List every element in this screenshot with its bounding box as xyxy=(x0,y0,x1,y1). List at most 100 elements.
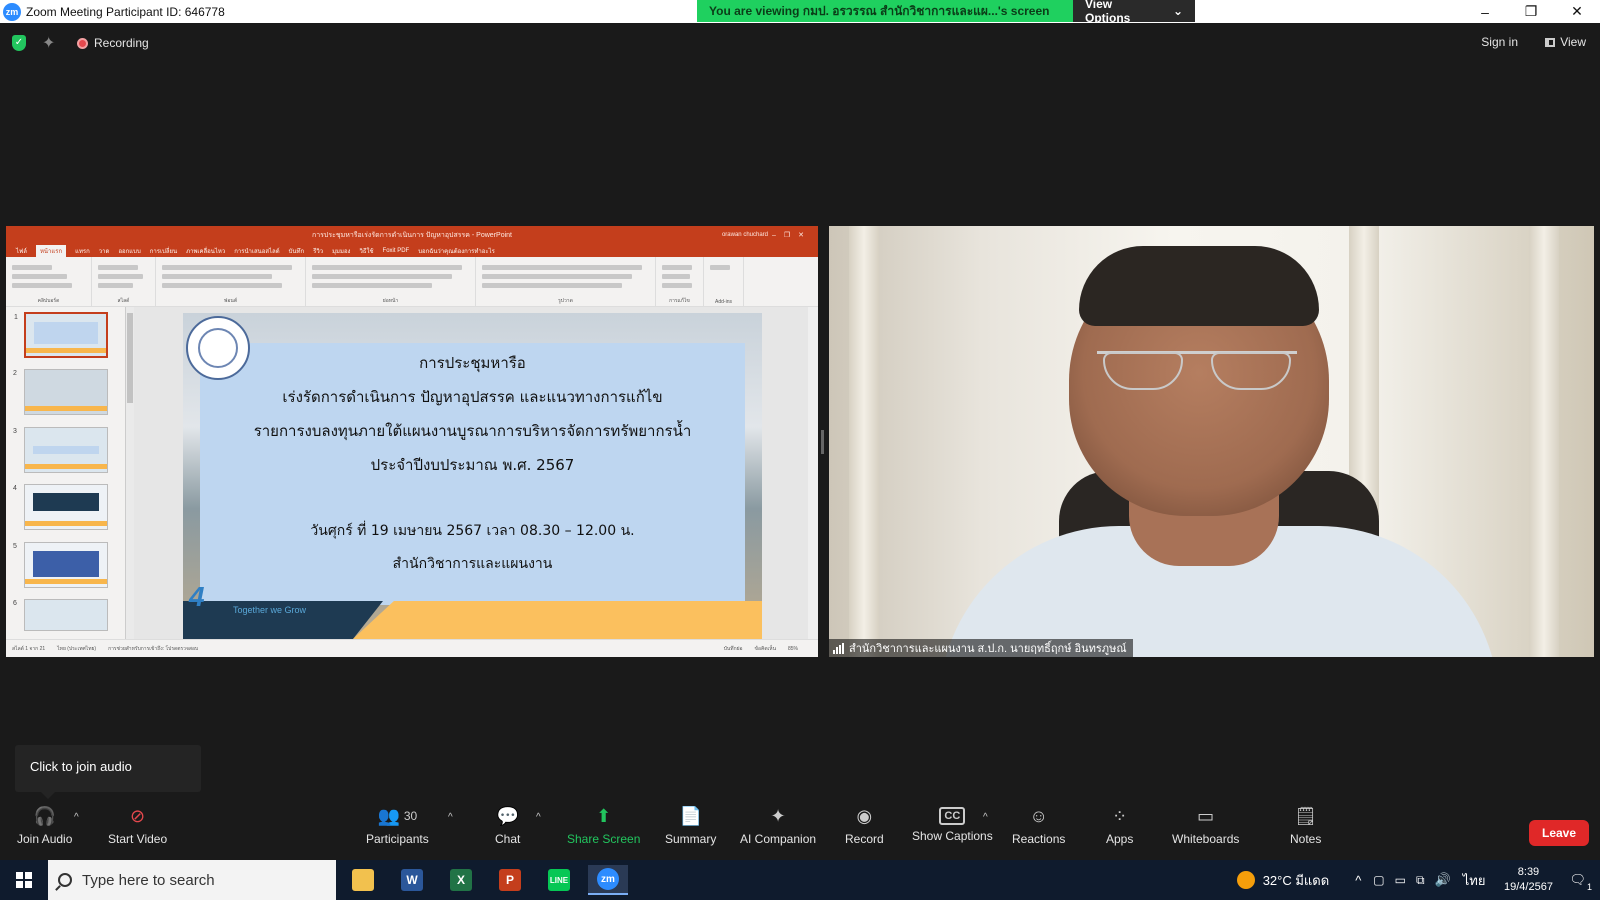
ribbon-caption: ฟอนต์ xyxy=(223,298,238,304)
tab-help: วิธีใช้ xyxy=(359,248,374,255)
network-icon[interactable]: ▭ xyxy=(1395,873,1406,887)
viewing-text: You are viewing กมป. อรวรรณ สำนักวิชาการ… xyxy=(697,0,1073,22)
taskbar-word[interactable]: W xyxy=(392,865,432,895)
excel-icon: X xyxy=(450,869,472,891)
captions-cc-icon: CC xyxy=(939,807,966,825)
headphones-icon: 🎧 xyxy=(33,805,56,826)
reactions-emoji-icon: ☺ xyxy=(1029,805,1048,826)
reactions-button[interactable]: ☺ Reactions xyxy=(1012,804,1065,847)
ai-companion-button[interactable]: ✦ AI Companion xyxy=(740,804,816,847)
show-captions-button[interactable]: CC Show Captions xyxy=(912,804,993,843)
taskbar-search[interactable]: Type here to search xyxy=(48,860,336,900)
participants-label: Participants xyxy=(366,832,429,846)
notes-label: Notes xyxy=(1290,832,1322,846)
participant-name-tag: สำนักวิชาการและแผนงาน ส.ป.ก. นายฤทธิ์ฤกษ… xyxy=(829,639,1133,657)
ribbon-caption: ย่อหน้า xyxy=(382,298,399,304)
sign-in-button[interactable]: Sign in xyxy=(1481,35,1518,49)
powerpoint-workspace: 1 2 3 4 5 6 การประชุมหารือ เร่งรัดการดำเ… xyxy=(6,307,818,639)
taskbar-file-explorer[interactable] xyxy=(343,865,383,895)
tab-review: รีวิว xyxy=(313,248,324,255)
chevron-down-icon: ⌄ xyxy=(1172,4,1183,18)
search-placeholder: Type here to search xyxy=(82,871,215,889)
split-resize-handle[interactable] xyxy=(821,430,824,454)
participants-options-caret[interactable]: ^ xyxy=(448,812,453,823)
powerpoint-statusbar: สไลด์ 1 จาก 21 ไทย (ประเทศไทย) การช่วยสำ… xyxy=(6,639,818,657)
captions-options-caret[interactable]: ^ xyxy=(983,812,988,823)
ribbon-group-font: ฟอนต์ xyxy=(156,257,306,306)
close-button[interactable]: ✕ xyxy=(1554,0,1600,23)
apps-button[interactable]: ⁘ Apps xyxy=(1106,804,1133,847)
status-accessibility: การช่วยสำหรับการเข้าถึง: โปรดตรวจสอบ xyxy=(108,645,199,652)
join-audio-tooltip: Click to join audio xyxy=(15,745,201,799)
display-icon[interactable]: ⧉ xyxy=(1416,873,1425,888)
record-label: Record xyxy=(845,832,884,846)
ribbon-group-addins: Add-ins xyxy=(704,257,744,306)
slide-thumbnails: 1 2 3 4 5 6 xyxy=(6,307,126,639)
slide-thumbnail: 4 xyxy=(13,484,108,530)
view-options-button[interactable]: View Options ⌄ xyxy=(1073,0,1195,25)
tab-draw: วาด xyxy=(98,248,110,255)
apps-icon: ⁘ xyxy=(1112,805,1128,826)
chat-label: Chat xyxy=(495,832,521,846)
tab-design: ออกแบบ xyxy=(118,248,141,255)
start-button[interactable] xyxy=(0,860,47,900)
shield-check-icon[interactable]: ✓ xyxy=(12,35,26,51)
sparkle-icon[interactable]: ✦ xyxy=(42,33,55,53)
tab-transitions: การเปลี่ยน xyxy=(149,248,178,255)
view-button[interactable]: View xyxy=(1545,35,1586,49)
powerpoint-title: การประชุมหารือเร่งรัดการดำเนินการ ปัญหาอ… xyxy=(312,231,512,239)
record-button[interactable]: ◉ Record xyxy=(845,804,884,847)
status-notes: บันทึกย่อ xyxy=(723,645,743,652)
whiteboards-button[interactable]: ▭ Whiteboards xyxy=(1172,804,1240,847)
chat-button[interactable]: 💬 Chat xyxy=(495,804,521,847)
chat-options-caret[interactable]: ^ xyxy=(536,812,541,823)
window-controls: – ❐ ✕ xyxy=(1462,0,1600,23)
weather-text[interactable]: 32°C มีแดด xyxy=(1263,870,1330,891)
ribbon-group-paragraph: ย่อหน้า xyxy=(306,257,476,306)
recording-indicator[interactable]: Recording xyxy=(77,36,149,50)
share-screen-label: Share Screen xyxy=(567,832,641,846)
ribbon-group-editing: การแก้ไข xyxy=(656,257,704,306)
tab-home: หน้าแรก xyxy=(35,244,67,257)
search-icon xyxy=(58,873,72,887)
windows-taskbar: Type here to search W X P LINE zm 32°C ม… xyxy=(0,860,1600,900)
slide-line: รายการงบลงทุนภายใต้แผนงานบูรณาการบริหารจ… xyxy=(253,422,692,440)
minimize-button[interactable]: – xyxy=(1462,0,1508,23)
whiteboards-label: Whiteboards xyxy=(1172,832,1240,846)
language-indicator[interactable]: ไทย xyxy=(1463,870,1486,891)
taskbar-clock[interactable]: 8:39 19/4/2567 xyxy=(1493,865,1563,895)
show-hidden-icons-icon[interactable]: ^ xyxy=(1355,873,1361,888)
taskbar-excel[interactable]: X xyxy=(441,865,481,895)
tab-record: บันทึก xyxy=(288,248,305,255)
start-video-button[interactable]: ⊘ Start Video xyxy=(108,804,167,847)
taskbar-powerpoint[interactable]: P xyxy=(490,865,530,895)
slide-office: สำนักวิชาการและแผนงาน xyxy=(392,556,553,572)
line-icon: LINE xyxy=(548,869,570,891)
leave-button[interactable]: Leave xyxy=(1529,820,1589,846)
participants-button[interactable]: 👥 30 Participants xyxy=(366,804,429,847)
taskbar-zoom[interactable]: zm xyxy=(588,865,628,895)
participant-video[interactable]: สำนักวิชาการและแผนงาน ส.ป.ก. นายฤทธิ์ฤกษ… xyxy=(829,226,1594,657)
restore-button[interactable]: ❐ xyxy=(1508,0,1554,23)
volume-icon[interactable]: 🔊 xyxy=(1435,872,1451,888)
notification-center-icon[interactable]: 🗨 1 xyxy=(1569,872,1592,892)
share-screen-button[interactable]: ⬆ Share Screen xyxy=(567,804,641,847)
participants-count: 30 xyxy=(403,809,418,823)
word-icon: W xyxy=(401,869,423,891)
summary-icon: 📄 xyxy=(679,805,702,826)
tab-file: ไฟล์ xyxy=(16,248,27,255)
zoom-logo-icon: zm xyxy=(3,2,21,21)
ribbon-group-slides: สไลด์ xyxy=(92,257,156,306)
join-audio-button[interactable]: 🎧 Join Audio xyxy=(17,804,72,847)
summary-button[interactable]: 📄 Summary xyxy=(665,804,716,847)
share-screen-icon: ⬆ xyxy=(596,805,612,826)
powerpoint-tabs: ไฟล์ หน้าแรก แทรก วาด ออกแบบ การเปลี่ยน … xyxy=(6,244,818,257)
slide-footer-orange xyxy=(353,601,762,639)
zoom-icon: zm xyxy=(597,868,619,890)
audio-options-caret[interactable]: ^ xyxy=(74,812,79,823)
taskbar-line[interactable]: LINE xyxy=(539,865,579,895)
meet-now-icon[interactable]: ▢ xyxy=(1373,873,1384,887)
notes-button[interactable]: 🗒 Notes xyxy=(1290,804,1322,847)
thumbnails-scrollbar xyxy=(126,307,134,639)
powerpoint-user: orawan chuchard xyxy=(721,232,768,238)
